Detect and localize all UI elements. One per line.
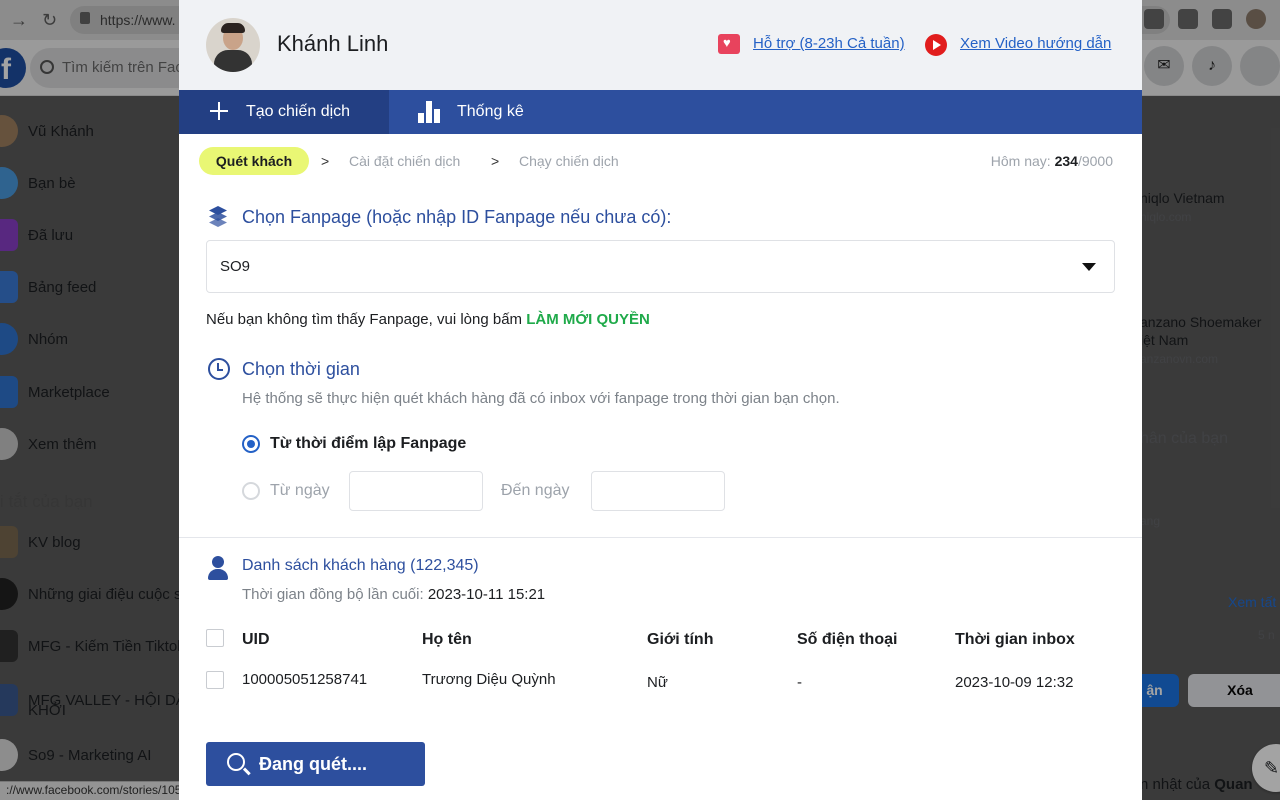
radio-date-range-label[interactable]: Từ ngày (270, 482, 330, 500)
tab-label: Tạo chiến dịch (246, 103, 351, 120)
cell-uid: 100005051258741 (242, 671, 368, 688)
fanpage-notice: Nếu bạn không tìm thấy Fanpage, vui lòng… (206, 311, 650, 328)
avatar (206, 18, 260, 72)
support-link[interactable]: Hỗ trợ (8-23h Cả tuần) (753, 35, 905, 52)
scan-button-label: Đang quét.... (259, 754, 367, 774)
user-name: Khánh Linh (277, 31, 389, 56)
video-guide-link[interactable]: Xem Video hướng dẫn (960, 35, 1111, 52)
to-date-label: Đến ngày (501, 482, 570, 499)
fanpage-select[interactable]: SO9 (206, 240, 1115, 293)
sync-time: Thời gian đồng bộ lần cuối: 2023-10-11 1… (242, 586, 546, 603)
heart-icon (718, 34, 740, 54)
row-checkbox[interactable] (206, 671, 224, 689)
column-header-phone[interactable]: Số điện thoại (797, 631, 897, 649)
select-all-checkbox[interactable] (206, 629, 224, 647)
layers-icon (207, 206, 231, 230)
search-icon (227, 753, 245, 771)
selected-fanpage: SO9 (220, 258, 251, 275)
column-header-inbox-time[interactable]: Thời gian inbox (955, 631, 1075, 649)
tab-label: Thống kê (457, 103, 524, 120)
radio-from-creation-label[interactable]: Từ thời điểm lập Fanpage (270, 435, 466, 453)
radio-date-range[interactable] (242, 482, 260, 500)
chevron-right-icon: > (491, 153, 500, 169)
refresh-permission-link[interactable]: LÀM MỚI QUYỀN (526, 311, 650, 328)
cell-inbox-time: 2023-10-09 12:32 (955, 674, 1074, 691)
scanning-button[interactable]: Đang quét.... (206, 742, 425, 786)
cell-phone: - (797, 674, 802, 691)
youtube-icon (925, 34, 947, 56)
clock-icon (208, 358, 230, 380)
column-header-gender[interactable]: Giới tính (647, 631, 713, 649)
time-title: Chọn thời gian (242, 359, 360, 379)
column-header-uid[interactable]: UID (242, 631, 270, 649)
fanpage-title: Chọn Fanpage (hoặc nhập ID Fanpage nếu c… (242, 207, 672, 227)
radio-from-creation[interactable] (242, 435, 260, 453)
column-header-name[interactable]: Họ tên (422, 631, 472, 649)
user-icon (208, 556, 228, 580)
plus-icon (210, 102, 228, 120)
to-date-input[interactable] (591, 471, 725, 511)
step-setup[interactable]: Cài đặt chiến dịch (349, 147, 460, 175)
customer-list-title: Danh sách khách hàng (122,345) (242, 557, 479, 574)
section-divider (179, 537, 1142, 538)
chevron-right-icon: > (321, 153, 330, 169)
campaign-modal: Khánh Linh Hỗ trợ (8-23h Cả tuần) Xem Vi… (179, 0, 1142, 800)
step-indicator: Quét khách > Cài đặt chiến dịch > Chạy c… (199, 147, 1119, 175)
tab-create-campaign[interactable]: Tạo chiến dịch (179, 90, 389, 134)
cell-name: Trương Diệu Quỳnh (422, 671, 556, 688)
from-date-input[interactable] (349, 471, 483, 511)
tab-bar: Tạo chiến dịch Thống kê (179, 90, 1142, 134)
cell-gender: Nữ (647, 674, 668, 691)
daily-quota: Hôm nay: 234/9000 (990, 153, 1113, 169)
caret-down-icon (1082, 263, 1096, 271)
step-run[interactable]: Chạy chiến dịch (519, 147, 619, 175)
modal-header: Khánh Linh Hỗ trợ (8-23h Cả tuần) Xem Vi… (179, 0, 1142, 90)
bar-chart-icon (418, 101, 442, 123)
step-scan[interactable]: Quét khách (199, 147, 309, 175)
time-description: Hệ thống sẽ thực hiện quét khách hàng đã… (242, 390, 840, 407)
